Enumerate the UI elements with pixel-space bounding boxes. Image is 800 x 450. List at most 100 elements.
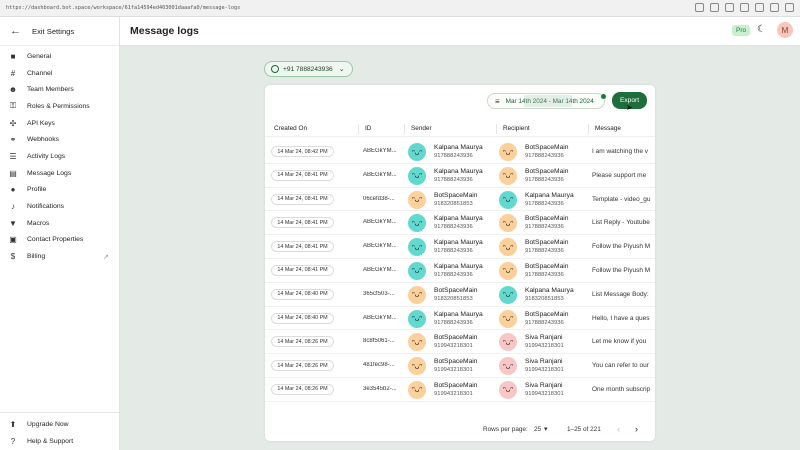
message-id: 8c8f5061-...	[363, 338, 395, 345]
table-row[interactable]: 14 Mar 24, 08:26 PM 8c8f5061-... ᵔᴗᵔ BotSpa…	[265, 330, 655, 355]
avatar: ᵔᴗᵔ	[408, 143, 426, 161]
sidebar-item-profile[interactable]: ● Profile	[0, 182, 119, 199]
recipient-cell: ᵔᴗᵔ Kalpana Maurya 917888243936	[499, 190, 589, 209]
message-id: 06cefd38-...	[363, 195, 395, 202]
message-logs-card: ≡ Mar 14th 2024 - Mar 14th 2024 Export ➤…	[265, 85, 655, 441]
camera-icon[interactable]	[725, 3, 734, 12]
message-log-icon: ▤	[9, 168, 17, 178]
sender-cell: ᵔᴗᵔ BotSpaceMain 919943218301	[408, 357, 498, 376]
link-icon[interactable]	[695, 3, 704, 12]
sidebar-item-label: Upgrade Now	[27, 421, 69, 429]
dark-mode-icon[interactable]: ☾	[757, 24, 766, 35]
recipient-number: 919943218301	[525, 367, 564, 374]
url-text[interactable]: https://dashboard.bot.space/workspace/61…	[6, 5, 240, 11]
table-row[interactable]: 14 Mar 24, 08:42 PM ABEGkYM... ᵔᴗᵔ Kalpana …	[265, 140, 655, 164]
avatar: ᵔᴗᵔ	[499, 309, 517, 328]
sidebar-item-help-support[interactable]: ? Help & Support	[0, 433, 119, 450]
sender-number: 919943218301	[434, 367, 473, 374]
sidebar-item-contact-properties[interactable]: ▣ Contact Properties	[0, 232, 119, 249]
main-content: Message logs Pro ☾ M +91 7888243936 ⌄ ≡ …	[120, 17, 800, 450]
rows-per-page-select[interactable]: 25	[534, 426, 541, 433]
sidebar-item-activity-logs[interactable]: ☰ Activity Logs	[0, 148, 119, 165]
help-icon: ?	[10, 437, 16, 447]
created-on-chip: 14 Mar 24, 08:40 PM	[271, 288, 334, 300]
sidebar-item-label: Webhooks	[27, 136, 59, 144]
sidebar-item-message-logs[interactable]: ▤ Message Logs	[0, 165, 119, 182]
column-message[interactable]: Message	[595, 125, 621, 132]
sidebar-item-general[interactable]: ■ General	[0, 48, 119, 65]
sender-number: 917888243936	[434, 176, 473, 183]
next-page-icon[interactable]: ›	[635, 424, 638, 434]
recipient-cell: ᵔᴗᵔ BotSpaceMain 917888243936	[499, 261, 589, 280]
message-preview: One month subscrip	[592, 385, 651, 393]
settings-icon[interactable]	[755, 3, 764, 12]
table-row[interactable]: 14 Mar 24, 08:40 PM 365cf503-... ᵔᴗᵔ BotSpa…	[265, 283, 655, 307]
extension-icon[interactable]	[770, 3, 779, 12]
sidebar-item-channel[interactable]: # Channel	[0, 65, 119, 82]
avatar: ᵔᴗᵔ	[499, 261, 517, 280]
column-id[interactable]: ID	[365, 125, 371, 132]
column-recipient[interactable]: Recipient	[503, 125, 530, 132]
message-id: 481fec98-...	[363, 362, 395, 369]
sidebar-item-team-members[interactable]: ☻ Team Members	[0, 81, 119, 98]
recipient-name: BotSpaceMain	[525, 310, 569, 318]
screenshot-icon[interactable]	[710, 3, 719, 12]
message-id: 3e3545b2-...	[363, 385, 397, 392]
sender-cell: ᵔᴗᵔ BotSpaceMain 918320851853	[408, 285, 498, 304]
recipient-number: 917888243936	[525, 248, 564, 255]
recipient-number: 919943218301	[525, 390, 564, 397]
sidebar-bottom-menu: ⬆ Upgrade Now? Help & Support	[0, 417, 119, 450]
table-row[interactable]: 14 Mar 24, 08:41 PM ABEGkYM... ᵔᴗᵔ Kalpana …	[265, 235, 655, 259]
sidebar-item-webhooks[interactable]: ⚭ Webhooks	[0, 131, 119, 148]
column-divider[interactable]	[358, 124, 359, 134]
sidebar-item-api-keys[interactable]: ✣ API Keys	[0, 115, 119, 132]
table-row[interactable]: 14 Mar 24, 08:26 PM 3e3545b2-... ᵔᴗᵔ BotSpa…	[265, 378, 655, 402]
external-link-icon[interactable]: ↗	[103, 253, 109, 261]
sidebar-item-upgrade-now[interactable]: ⬆ Upgrade Now	[0, 417, 119, 434]
sender-number: 917888243936	[434, 271, 473, 278]
message-id: 365cf503-...	[363, 290, 395, 297]
sidebar-toggle-icon[interactable]	[785, 3, 794, 12]
column-created-on[interactable]: Created On	[274, 125, 307, 132]
column-divider[interactable]	[404, 124, 405, 134]
phone-number-select[interactable]: +91 7888243936 ⌄	[264, 61, 353, 77]
column-divider[interactable]	[496, 124, 497, 134]
people-icon: ☻	[8, 85, 18, 95]
browser-url-bar[interactable]: https://dashboard.bot.space/workspace/61…	[0, 0, 800, 17]
list-icon: ☰	[9, 151, 17, 161]
caret-down-icon[interactable]: ▾	[544, 425, 548, 433]
table-row[interactable]: 14 Mar 24, 08:41 PM 06cefd38-... ᵔᴗᵔ BotSpa…	[265, 188, 655, 212]
message-preview: List Message Body:	[592, 290, 649, 298]
sidebar-item-billing[interactable]: $ Billing ↗	[0, 248, 119, 265]
column-divider[interactable]	[588, 124, 589, 134]
avatar: ᵔᴗᵔ	[408, 238, 426, 257]
arrow-left-icon: ←	[10, 25, 21, 37]
active-filter-dot	[601, 94, 606, 99]
table-row[interactable]: 14 Mar 24, 08:41 PM ABEGkYM... ᵔᴗᵔ Kalpana …	[265, 259, 655, 283]
table-row[interactable]: 14 Mar 24, 08:41 PM ABEGkYM... ᵔᴗᵔ Kalpana …	[265, 164, 655, 188]
sidebar-item-notifications[interactable]: ♪ Notifications	[0, 198, 119, 215]
table-row[interactable]: 14 Mar 24, 08:41 PM ABEGkYM... ᵔᴗᵔ Kalpana …	[265, 211, 655, 236]
sidebar-item-macros[interactable]: ▼ Macros	[0, 215, 119, 232]
table-row[interactable]: 14 Mar 24, 08:26 PM 481fec98-... ᵔᴗᵔ BotSpa…	[265, 354, 655, 378]
sender-number: 918320851853	[434, 295, 473, 302]
message-id: ABEGkYM...	[363, 148, 397, 154]
recipient-number: 917888243936	[525, 200, 564, 207]
date-range-filter[interactable]: ≡ Mar 14th 2024 - Mar 14th 2024	[487, 93, 605, 109]
whatsapp-icon	[271, 65, 279, 73]
table-row[interactable]: 14 Mar 24, 08:40 PM ABEGkYM... ᵔᴗᵔ Kalpana …	[265, 307, 655, 331]
sidebar-item-roles-permissions[interactable]: ⚿ Roles & Permissions	[0, 98, 119, 115]
sender-name: Kalpana Maurya	[434, 262, 483, 270]
sender-cell: ᵔᴗᵔ Kalpana Maurya 917888243936	[408, 261, 498, 280]
folder-icon[interactable]	[740, 3, 749, 12]
avatar[interactable]: M	[777, 22, 793, 38]
page-title: Message logs	[130, 25, 199, 37]
pro-badge[interactable]: Pro	[732, 25, 751, 36]
column-sender[interactable]: Sender	[411, 125, 432, 132]
sender-cell: ᵔᴗᵔ Kalpana Maurya 917888243936	[408, 214, 498, 233]
previous-page-icon[interactable]: ‹	[617, 424, 620, 434]
exit-settings-button[interactable]: ← Exit Settings	[0, 17, 119, 46]
avatar: ᵔᴗᵔ	[499, 380, 517, 399]
mouse-cursor-icon: ➤	[626, 103, 633, 112]
avatar: ᵔᴗᵔ	[408, 380, 426, 399]
